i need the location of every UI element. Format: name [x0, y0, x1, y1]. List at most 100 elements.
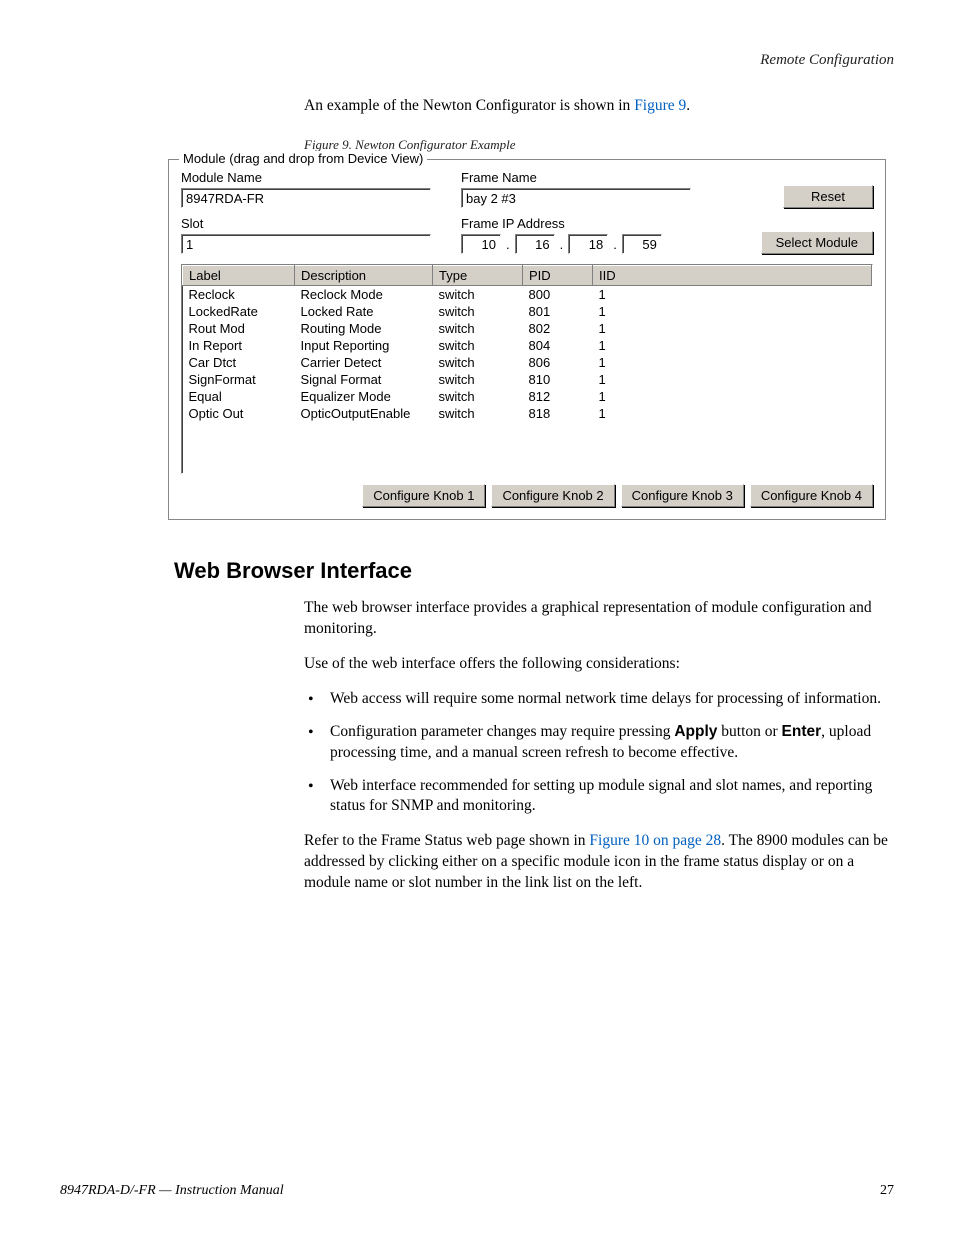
- configure-knob-2-button[interactable]: Configure Knob 2: [491, 484, 614, 507]
- page-header: Remote Configuration: [60, 52, 894, 69]
- cell-desc: Input Reporting: [295, 337, 433, 354]
- cell-type: switch: [433, 303, 523, 320]
- apply-keyword: Apply: [674, 723, 717, 740]
- footer-title: 8947RDA-D/-FR — Instruction Manual: [60, 1183, 284, 1199]
- cell-type: switch: [433, 320, 523, 337]
- table-row[interactable]: Rout ModRouting Modeswitch8021: [183, 320, 872, 337]
- ip-dot: .: [608, 237, 622, 252]
- cell-desc: Equalizer Mode: [295, 388, 433, 405]
- page-footer: 8947RDA-D/-FR — Instruction Manual 27: [60, 1183, 894, 1199]
- cell-desc: Locked Rate: [295, 303, 433, 320]
- table-row[interactable]: In ReportInput Reportingswitch8041: [183, 337, 872, 354]
- enter-keyword: Enter: [782, 723, 822, 740]
- section-heading: Web Browser Interface: [174, 558, 894, 584]
- text: .: [686, 97, 690, 114]
- cell-label: Optic Out: [183, 405, 295, 422]
- text: An example of the Newton Configurator is…: [304, 97, 634, 114]
- parameter-table: Label Description Type PID IID ReclockRe…: [182, 265, 872, 422]
- figure-link[interactable]: Figure 10 on page 28: [589, 832, 721, 849]
- col-iid[interactable]: IID: [593, 266, 872, 286]
- cell-iid: 1: [593, 354, 872, 371]
- module-name-label: Module Name: [181, 170, 461, 185]
- text: Configuration parameter changes may requ…: [330, 723, 674, 740]
- cell-pid: 801: [523, 303, 593, 320]
- fieldset-legend: Module (drag and drop from Device View): [179, 151, 427, 166]
- table-row[interactable]: LockedRateLocked Rateswitch8011: [183, 303, 872, 320]
- ip-octet-4[interactable]: 59: [622, 234, 662, 254]
- col-pid[interactable]: PID: [523, 266, 593, 286]
- bullet-list: Web access will require some normal netw…: [304, 689, 894, 818]
- slot-label: Slot: [181, 216, 461, 231]
- cell-iid: 1: [593, 303, 872, 320]
- cell-desc: Reclock Mode: [295, 286, 433, 304]
- cell-pid: 818: [523, 405, 593, 422]
- table-row[interactable]: Optic OutOpticOutputEnableswitch8181: [183, 405, 872, 422]
- figure-link[interactable]: Figure 9: [634, 97, 686, 114]
- table-row[interactable]: SignFormatSignal Formatswitch8101: [183, 371, 872, 388]
- ip-dot: .: [501, 237, 515, 252]
- configure-knob-4-button[interactable]: Configure Knob 4: [750, 484, 873, 507]
- list-item: Web access will require some normal netw…: [304, 689, 894, 710]
- list-item: Configuration parameter changes may requ…: [304, 722, 894, 764]
- cell-type: switch: [433, 388, 523, 405]
- figure-reference-paragraph: An example of the Newton Configurator is…: [304, 97, 894, 115]
- cell-iid: 1: [593, 388, 872, 405]
- configure-knob-3-button[interactable]: Configure Knob 3: [621, 484, 744, 507]
- cell-type: switch: [433, 405, 523, 422]
- page-number: 27: [880, 1183, 894, 1199]
- configure-knob-1-button[interactable]: Configure Knob 1: [362, 484, 485, 507]
- cell-type: switch: [433, 354, 523, 371]
- table-row[interactable]: EqualEqualizer Modeswitch8121: [183, 388, 872, 405]
- cell-label: Rout Mod: [183, 320, 295, 337]
- parameter-table-container: Label Description Type PID IID ReclockRe…: [181, 264, 873, 474]
- body-paragraph: Use of the web interface offers the foll…: [304, 654, 894, 675]
- cell-pid: 802: [523, 320, 593, 337]
- newton-configurator-window: Module (drag and drop from Device View) …: [168, 159, 886, 520]
- select-module-button[interactable]: Select Module: [761, 231, 873, 254]
- text: button or: [717, 723, 781, 740]
- ip-octet-2[interactable]: 16: [515, 234, 555, 254]
- ip-octet-1[interactable]: 10: [461, 234, 501, 254]
- module-fieldset: Module (drag and drop from Device View) …: [168, 159, 886, 520]
- frame-name-label: Frame Name: [461, 170, 721, 185]
- list-item: Web interface recommended for setting up…: [304, 776, 894, 818]
- table-row[interactable]: Car DtctCarrier Detectswitch8061: [183, 354, 872, 371]
- cell-desc: Carrier Detect: [295, 354, 433, 371]
- cell-desc: Signal Format: [295, 371, 433, 388]
- cell-label: SignFormat: [183, 371, 295, 388]
- frame-name-input[interactable]: bay 2 #3: [461, 188, 691, 208]
- cell-type: switch: [433, 337, 523, 354]
- cell-iid: 1: [593, 286, 872, 304]
- body-paragraph: The web browser interface provides a gra…: [304, 598, 894, 640]
- ip-octet-3[interactable]: 18: [568, 234, 608, 254]
- cell-label: Reclock: [183, 286, 295, 304]
- reset-button[interactable]: Reset: [783, 185, 873, 208]
- cell-pid: 800: [523, 286, 593, 304]
- cell-desc: Routing Mode: [295, 320, 433, 337]
- cell-pid: 804: [523, 337, 593, 354]
- cell-pid: 810: [523, 371, 593, 388]
- table-row[interactable]: ReclockReclock Modeswitch8001: [183, 286, 872, 304]
- cell-iid: 1: [593, 337, 872, 354]
- module-name-input[interactable]: 8947RDA-FR: [181, 188, 431, 208]
- cell-label: LockedRate: [183, 303, 295, 320]
- text: Refer to the Frame Status web page shown…: [304, 832, 589, 849]
- col-description[interactable]: Description: [295, 266, 433, 286]
- cell-iid: 1: [593, 320, 872, 337]
- cell-type: switch: [433, 286, 523, 304]
- cell-label: In Report: [183, 337, 295, 354]
- cell-pid: 806: [523, 354, 593, 371]
- col-label[interactable]: Label: [183, 266, 295, 286]
- cell-desc: OpticOutputEnable: [295, 405, 433, 422]
- cell-label: Equal: [183, 388, 295, 405]
- body-paragraph: Refer to the Frame Status web page shown…: [304, 831, 894, 894]
- cell-pid: 812: [523, 388, 593, 405]
- cell-type: switch: [433, 371, 523, 388]
- ip-dot: .: [555, 237, 569, 252]
- frame-ip-label: Frame IP Address: [461, 216, 721, 231]
- cell-iid: 1: [593, 405, 872, 422]
- col-type[interactable]: Type: [433, 266, 523, 286]
- cell-iid: 1: [593, 371, 872, 388]
- slot-input[interactable]: 1: [181, 234, 431, 254]
- cell-label: Car Dtct: [183, 354, 295, 371]
